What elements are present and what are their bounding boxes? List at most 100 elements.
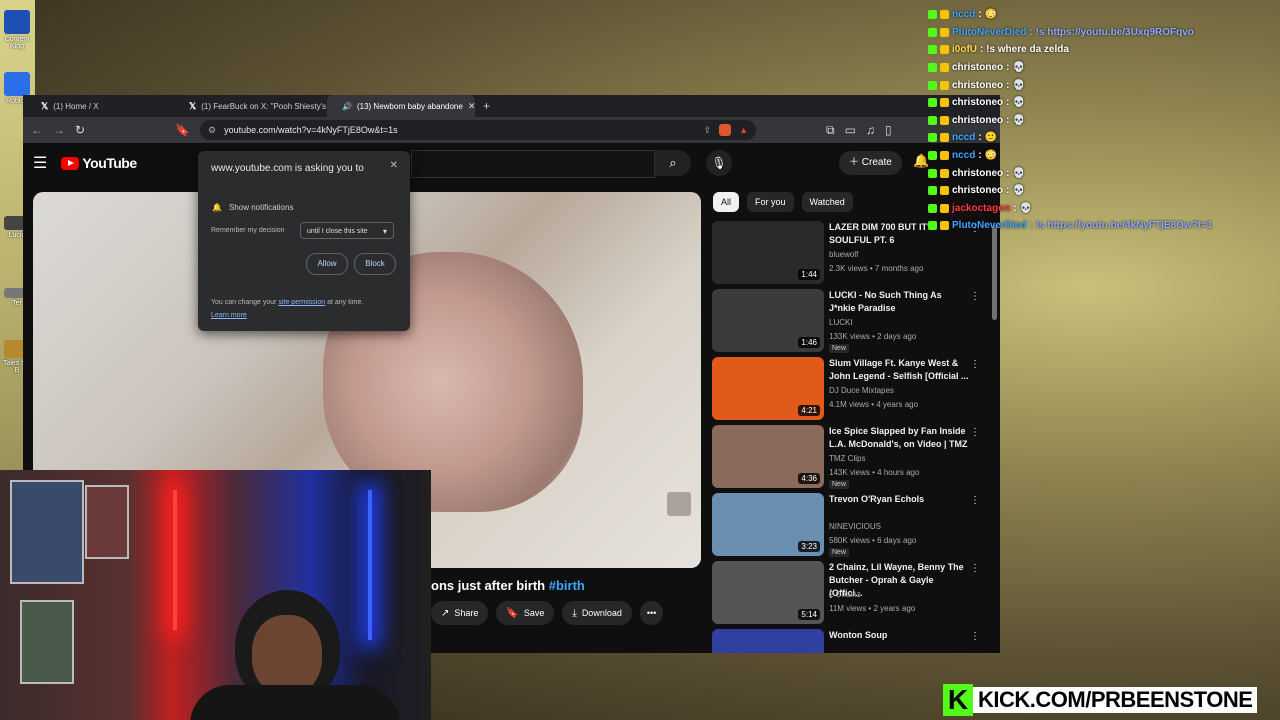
recommendation-title[interactable]: Trevon O'Ryan Echols	[829, 493, 969, 506]
more-vert-icon[interactable]: ⋮	[970, 427, 980, 438]
chat-emote: 💀	[1012, 114, 1025, 126]
bookmark-icon[interactable]: 🔖	[175, 123, 190, 137]
recommendation-title[interactable]: Wonton Soup	[829, 629, 969, 642]
chat-emote: 💀	[1012, 167, 1025, 179]
create-button[interactable]: ＋ Create	[839, 151, 902, 175]
chip-for-you[interactable]: For you	[747, 192, 794, 212]
desktop-icon-content-king[interactable]: Content King	[2, 10, 32, 50]
chat-username[interactable]: nccd	[952, 132, 975, 143]
chip-all[interactable]: All	[713, 192, 740, 212]
speaker-icon: 🔊	[342, 101, 352, 111]
site-info-icon[interactable]: ⚙	[208, 125, 216, 136]
chat-username[interactable]: christoneo	[952, 185, 1003, 196]
channel-name[interactable]: bluewolf	[829, 250, 858, 259]
video-thumbnail[interactable]: 1:44	[712, 221, 824, 284]
chat-text[interactable]: : !s https://youtu.be/3Uxq9ROFqvo	[1029, 27, 1193, 38]
learn-more-link[interactable]: Learn more	[211, 312, 247, 319]
tab-search-icon[interactable]: ▭	[845, 123, 856, 137]
more-vert-icon[interactable]: ⋮	[970, 359, 980, 370]
search-input[interactable]	[411, 150, 655, 178]
more-vert-icon[interactable]: ⋮	[970, 563, 980, 574]
subscriber-badge-icon	[928, 151, 937, 161]
sidebar-icon[interactable]: ▯	[885, 123, 892, 137]
video-thumbnail[interactable]: 3:23	[712, 493, 824, 556]
chat-username[interactable]: christoneo	[952, 80, 1003, 91]
site-permission-link[interactable]: site permission	[278, 299, 325, 306]
video-thumbnail[interactable]: 5:14	[712, 561, 824, 624]
brave-shield-icon[interactable]	[719, 124, 732, 136]
video-thumbnail[interactable]: 1:46	[712, 289, 824, 352]
recommendation-title[interactable]: Slum Village Ft. Kanye West & John Legen…	[829, 357, 969, 383]
recommendation-item[interactable]: 3:23 Trevon O'Ryan Echols NINEVICIOUS 580K …	[712, 493, 994, 561]
chat-text: :	[978, 9, 982, 21]
video-thumbnail[interactable]: 4:21	[712, 357, 824, 420]
voice-search-button[interactable]: 🎙	[706, 150, 732, 176]
recommendation-title[interactable]: Ice Spice Slapped by Fan Inside L.A. McD…	[829, 425, 969, 451]
channel-name[interactable]: NINEVICIOUS	[829, 522, 881, 531]
tab-youtube-video[interactable]: 🔊 (13) Newborn baby abandone ✕	[327, 95, 475, 117]
new-tab-button[interactable]: +	[483, 99, 490, 113]
allow-button[interactable]: Allow	[306, 253, 348, 275]
menu-icon[interactable]: ☰	[33, 153, 47, 173]
channel-name[interactable]: DJ Duce Mixtapes	[829, 386, 894, 395]
chat-message: christoneo: 💀	[928, 112, 1278, 130]
chat-text[interactable]: : !s https://youtu.be/4kNyFTjE8Ow?t=1	[1029, 220, 1212, 231]
chat-username[interactable]: christoneo	[952, 62, 1003, 73]
tab-home-x[interactable]: 𝕏 (1) Home / X	[31, 95, 179, 117]
video-overlay-thumbnail[interactable]	[667, 492, 691, 516]
chat-username[interactable]: christoneo	[952, 115, 1003, 126]
youtube-logo[interactable]: YouTube	[61, 155, 137, 171]
duration-badge: 4:21	[798, 405, 820, 416]
forward-icon[interactable]: →	[53, 123, 65, 137]
media-icon[interactable]: ♫	[866, 123, 875, 137]
download-button[interactable]: ⤓ Download	[562, 601, 632, 625]
recommendation-item[interactable]: 4:21 Slum Village Ft. Kanye West & John L…	[712, 357, 994, 425]
chat-text: :	[1006, 97, 1010, 109]
chat-username[interactable]: jackoctagon	[952, 203, 1010, 214]
extensions-icon[interactable]: ⧉	[826, 123, 835, 138]
chat-username[interactable]: PlutoNeverDied	[952, 27, 1026, 38]
reload-icon[interactable]: ↻	[75, 123, 85, 137]
chat-username[interactable]: nccd	[952, 9, 975, 20]
recommendation-item[interactable]: Wonton Soup ⋮	[712, 629, 994, 653]
channel-name[interactable]: TMZ Clips	[829, 454, 865, 463]
block-button[interactable]: Block	[354, 253, 396, 275]
video-thumbnail[interactable]: 4:36	[712, 425, 824, 488]
channel-name[interactable]: LUCKI	[829, 318, 853, 327]
wall-poster	[10, 480, 84, 584]
share-page-icon[interactable]: ⇪	[704, 125, 712, 136]
star-badge-icon	[940, 80, 949, 90]
more-vert-icon[interactable]: ⋮	[970, 291, 980, 302]
remember-select[interactable]: until I close this site	[300, 222, 394, 240]
chat-text: :	[1006, 167, 1010, 179]
recommendation-title[interactable]: LUCKI - No Such Thing As J*nkie Paradise	[829, 289, 969, 315]
chat-username[interactable]: nccd	[952, 150, 975, 161]
scrollbar[interactable]	[992, 225, 997, 320]
recommendation-item[interactable]: 1:46 LUCKI - No Such Thing As J*nkie Para…	[712, 289, 994, 357]
search-button[interactable]: ⌕	[655, 150, 691, 176]
hashtag-link[interactable]: #birth	[549, 578, 585, 593]
save-button[interactable]: 🔖 Save	[496, 601, 555, 625]
recommendation-item[interactable]: 4:36 Ice Spice Slapped by Fan Inside L.A.…	[712, 425, 994, 493]
back-icon[interactable]: ←	[31, 123, 43, 137]
more-vert-icon[interactable]: ⋮	[970, 631, 980, 642]
url-input[interactable]: ⚙ youtube.com/watch?v=4kNyFTjE8Ow&t=1s ⇪…	[200, 120, 757, 140]
chat-username[interactable]: i0ofU	[952, 44, 977, 55]
notifications-button[interactable]: 🔔	[913, 153, 929, 169]
star-badge-icon	[940, 221, 949, 231]
tab-fearbuck-x[interactable]: 𝕏 (1) FearBuck on X: "Pooh Shiesty's m	[179, 95, 327, 117]
video-thumbnail[interactable]	[712, 629, 824, 653]
close-tab-icon[interactable]: ✕	[468, 101, 475, 112]
chat-message: nccd: 😳	[928, 6, 1278, 24]
channel-name[interactable]: 2 Chainz	[829, 590, 861, 599]
recommendation-item[interactable]: 5:14 2 Chainz, Lil Wayne, Benny The Butch…	[712, 561, 994, 629]
chat-username[interactable]: christoneo	[952, 97, 1003, 108]
brave-rewards-icon[interactable]: ▲	[739, 125, 748, 135]
more-actions-button[interactable]: •••	[639, 601, 664, 625]
more-vert-icon[interactable]: ⋮	[970, 495, 980, 506]
close-icon[interactable]: ✕	[390, 160, 398, 171]
chat-username[interactable]: christoneo	[952, 168, 1003, 179]
chat-username[interactable]: PlutoNeverDied	[952, 220, 1026, 231]
share-button[interactable]: ↗ Share	[431, 601, 489, 625]
chip-watched[interactable]: Watched	[801, 192, 853, 212]
